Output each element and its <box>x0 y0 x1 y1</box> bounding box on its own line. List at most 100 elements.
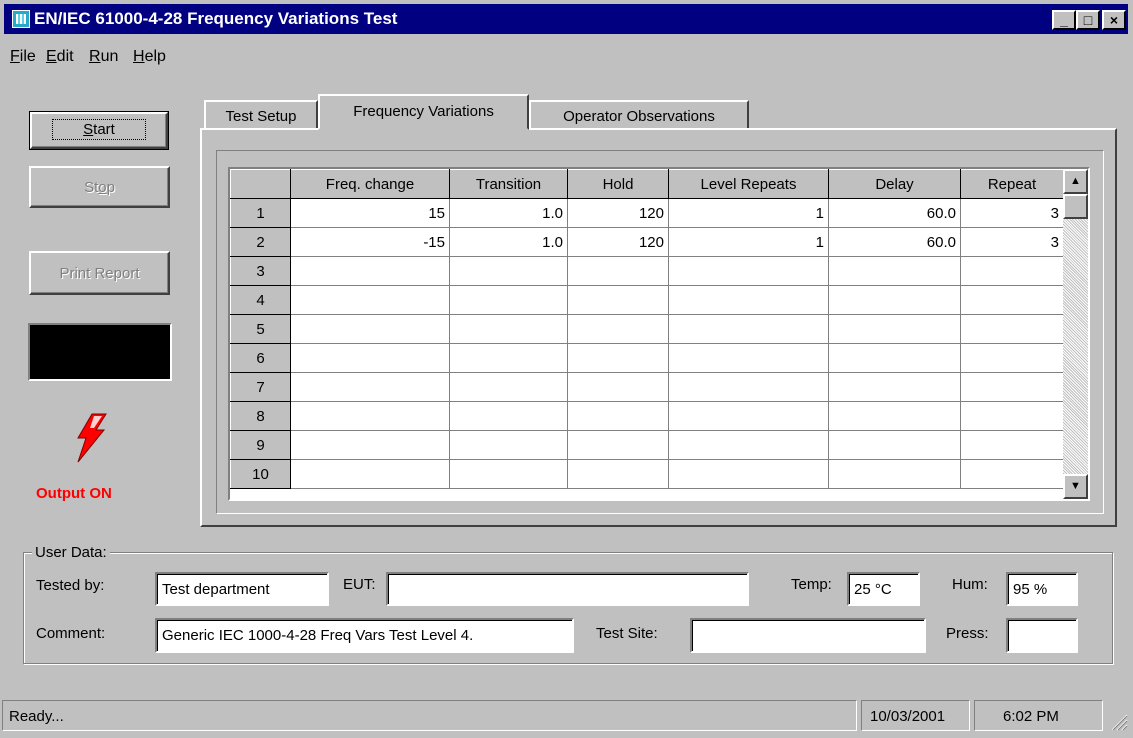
grid-cell-level-repeats[interactable] <box>668 459 829 489</box>
column-header-repeat[interactable]: Repeat <box>960 169 1064 199</box>
print-report-button[interactable]: Print Report <box>29 251 170 295</box>
grid-cell-level-repeats[interactable] <box>668 372 829 402</box>
column-header-hold[interactable]: Hold <box>567 169 669 199</box>
grid-cell-freq[interactable] <box>290 372 450 402</box>
grid-cell-transition[interactable] <box>449 459 568 489</box>
tab-frequency-variations[interactable]: Frequency Variations <box>318 94 529 130</box>
grid-cell-repeat[interactable]: 3 <box>960 227 1064 257</box>
row-header-cell[interactable]: 7 <box>230 372 291 402</box>
stop-button[interactable]: Stop <box>29 166 170 208</box>
grid-cell-hold[interactable] <box>567 372 669 402</box>
grid-cell-hold[interactable] <box>567 343 669 373</box>
scroll-up-button[interactable]: ▲ <box>1063 169 1088 194</box>
grid-cell-repeat[interactable] <box>960 401 1064 431</box>
grid-cell-delay[interactable]: 60.0 <box>828 198 961 228</box>
tab-operator-observations[interactable]: Operator Observations <box>529 100 749 130</box>
grid-cell-level-repeats[interactable] <box>668 256 829 286</box>
menu-edit[interactable]: Edit <box>46 48 74 66</box>
grid-cell-hold[interactable] <box>567 401 669 431</box>
grid-cell-delay[interactable] <box>828 343 961 373</box>
menu-file[interactable]: File <box>10 48 36 66</box>
grid-cell-delay[interactable] <box>828 459 961 489</box>
grid-cell-repeat[interactable] <box>960 459 1064 489</box>
menu-help[interactable]: Help <box>133 48 166 66</box>
grid-cell-delay[interactable] <box>828 314 961 344</box>
grid-cell-transition[interactable]: 1.0 <box>449 198 568 228</box>
minimize-button[interactable]: _ <box>1052 10 1076 30</box>
grid-cell-level-repeats[interactable]: 1 <box>668 198 829 228</box>
column-header-transition[interactable]: Transition <box>449 169 568 199</box>
grid-cell-freq[interactable]: -15 <box>290 227 450 257</box>
grid-cell-freq[interactable] <box>290 430 450 460</box>
grid-cell-level-repeats[interactable] <box>668 285 829 315</box>
hum-field[interactable]: 95 % <box>1006 572 1078 606</box>
row-header-cell[interactable]: 6 <box>230 343 291 373</box>
row-header-cell[interactable]: 4 <box>230 285 291 315</box>
grid-cell-level-repeats[interactable] <box>668 314 829 344</box>
grid-cell-transition[interactable]: 1.0 <box>449 227 568 257</box>
grid-cell-repeat[interactable] <box>960 372 1064 402</box>
row-header-cell[interactable]: 2 <box>230 227 291 257</box>
grid-cell-repeat[interactable] <box>960 285 1064 315</box>
grid-cell-delay[interactable]: 60.0 <box>828 227 961 257</box>
row-header-cell[interactable]: 3 <box>230 256 291 286</box>
grid-cell-level-repeats[interactable] <box>668 401 829 431</box>
grid-cell-level-repeats[interactable] <box>668 430 829 460</box>
grid-cell-delay[interactable] <box>828 401 961 431</box>
grid-cell-repeat[interactable]: 3 <box>960 198 1064 228</box>
maximize-button[interactable]: □ <box>1076 10 1100 30</box>
grid-cell-transition[interactable] <box>449 314 568 344</box>
grid-corner-cell[interactable] <box>230 169 291 199</box>
grid-cell-repeat[interactable] <box>960 314 1064 344</box>
grid-cell-level-repeats[interactable]: 1 <box>668 227 829 257</box>
grid-cell-hold[interactable]: 120 <box>567 227 669 257</box>
tab-test-setup[interactable]: Test Setup <box>204 100 318 130</box>
temp-field[interactable]: 25 °C <box>847 572 920 606</box>
row-header-cell[interactable]: 5 <box>230 314 291 344</box>
close-button[interactable]: × <box>1102 10 1126 30</box>
grid-vertical-scrollbar[interactable]: ▲ ▼ <box>1063 169 1088 499</box>
grid-cell-hold[interactable] <box>567 430 669 460</box>
grid-cell-freq[interactable]: 15 <box>290 198 450 228</box>
grid-cell-hold[interactable] <box>567 459 669 489</box>
title-bar[interactable]: EN/IEC 61000-4-28 Frequency Variations T… <box>4 4 1128 34</box>
column-header-freq-change[interactable]: Freq. change <box>290 169 450 199</box>
grid-cell-freq[interactable] <box>290 256 450 286</box>
grid-cell-freq[interactable] <box>290 314 450 344</box>
grid-cell-delay[interactable] <box>828 430 961 460</box>
row-header-cell[interactable]: 9 <box>230 430 291 460</box>
grid-cell-freq[interactable] <box>290 401 450 431</box>
row-header-cell[interactable]: 8 <box>230 401 291 431</box>
test-site-field[interactable] <box>690 618 926 653</box>
grid-cell-transition[interactable] <box>449 343 568 373</box>
grid-cell-delay[interactable] <box>828 372 961 402</box>
grid-cell-hold[interactable]: 120 <box>567 198 669 228</box>
app-icon[interactable] <box>12 10 30 28</box>
start-button[interactable]: Start <box>29 111 169 150</box>
grid-cell-transition[interactable] <box>449 430 568 460</box>
grid-cell-hold[interactable] <box>567 285 669 315</box>
grid-cell-repeat[interactable] <box>960 343 1064 373</box>
grid-cell-freq[interactable] <box>290 343 450 373</box>
grid-cell-transition[interactable] <box>449 401 568 431</box>
tested-by-field[interactable]: Test department <box>155 572 329 606</box>
grid-cell-level-repeats[interactable] <box>668 343 829 373</box>
grid-cell-repeat[interactable] <box>960 430 1064 460</box>
grid-cell-repeat[interactable] <box>960 256 1064 286</box>
data-grid[interactable]: Freq. change Transition Hold Level Repea… <box>228 167 1090 501</box>
grid-cell-hold[interactable] <box>567 256 669 286</box>
grid-cell-transition[interactable] <box>449 285 568 315</box>
grid-cell-delay[interactable] <box>828 256 961 286</box>
grid-cell-transition[interactable] <box>449 256 568 286</box>
scroll-thumb[interactable] <box>1063 194 1088 219</box>
grid-cell-transition[interactable] <box>449 372 568 402</box>
column-header-delay[interactable]: Delay <box>828 169 961 199</box>
menu-run[interactable]: Run <box>89 48 118 66</box>
row-header-cell[interactable]: 1 <box>230 198 291 228</box>
row-header-cell[interactable]: 10 <box>230 459 291 489</box>
column-header-level-repeats[interactable]: Level Repeats <box>668 169 829 199</box>
grid-cell-freq[interactable] <box>290 285 450 315</box>
press-field[interactable] <box>1006 618 1078 653</box>
eut-field[interactable] <box>386 572 749 606</box>
scroll-down-button[interactable]: ▼ <box>1063 474 1088 499</box>
